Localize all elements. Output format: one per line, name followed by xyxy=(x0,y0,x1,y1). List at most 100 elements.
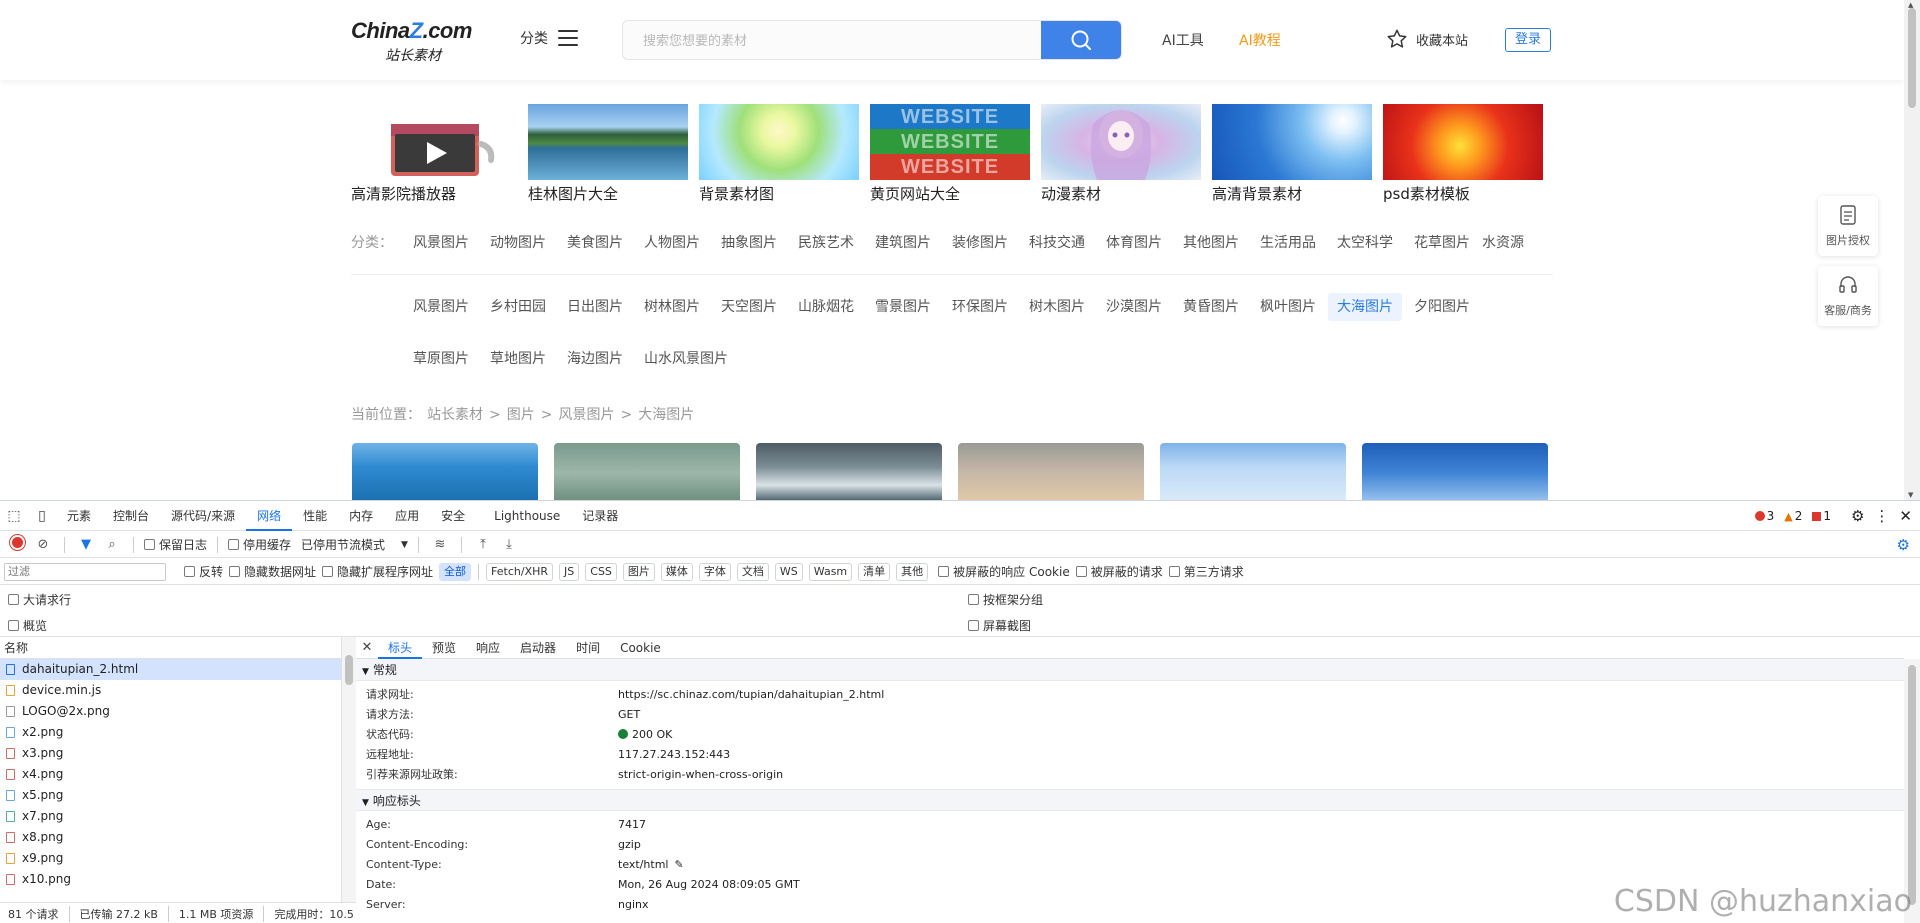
request-row[interactable]: x8.png xyxy=(0,827,341,848)
settings-gear-icon[interactable]: ⚙ xyxy=(1851,507,1864,525)
category-link[interactable]: 生活用品 xyxy=(1260,232,1316,252)
category-link[interactable]: 动物图片 xyxy=(490,232,546,252)
nav-ai-tools[interactable]: AI工具 xyxy=(1162,30,1204,50)
type-filter-all[interactable]: 全部 xyxy=(439,562,472,581)
tab-performance[interactable]: 性能 xyxy=(292,501,338,531)
feature-item[interactable]: 动漫素材 xyxy=(1041,104,1201,204)
request-row[interactable]: x4.png xyxy=(0,764,341,785)
site-logo[interactable]: ChinaZ.com 站长素材 xyxy=(351,18,477,64)
sub-tag[interactable]: 日出图片 xyxy=(558,293,632,321)
record-icon[interactable] xyxy=(6,537,28,552)
tab-recorder[interactable]: 记录器 xyxy=(571,501,629,531)
category-menu-button[interactable]: 分类 xyxy=(520,28,578,48)
more-options-icon[interactable]: ⋮ xyxy=(1874,507,1889,525)
issue-count[interactable]: 1 xyxy=(1812,509,1831,523)
category-link[interactable]: 抽象图片 xyxy=(721,232,777,252)
category-link[interactable]: 太空科学 xyxy=(1337,232,1393,252)
tab-cookies[interactable]: Cookie xyxy=(610,637,671,659)
category-link[interactable]: 体育图片 xyxy=(1106,232,1162,252)
device-toolbar-icon[interactable]: ▯ xyxy=(28,508,56,524)
tab-sources[interactable]: 源代码/来源 xyxy=(160,501,246,531)
image-thumbnail[interactable] xyxy=(958,443,1144,500)
search-input[interactable] xyxy=(623,21,1043,59)
tab-timing[interactable]: 时间 xyxy=(566,637,610,659)
hide-extension-urls-checkbox[interactable]: 隐藏扩展程序网址 xyxy=(322,563,433,580)
customer-service-button[interactable]: 客服/商务 xyxy=(1818,266,1878,326)
tab-lighthouse[interactable]: Lighthouse xyxy=(476,501,571,531)
request-row[interactable]: device.min.js xyxy=(0,680,341,701)
category-link[interactable]: 美食图片 xyxy=(567,232,623,252)
type-filter-chip[interactable]: 清单 xyxy=(858,562,891,581)
screenshots-checkbox[interactable]: 屏幕截图 xyxy=(968,617,1031,634)
image-thumbnail[interactable] xyxy=(1160,443,1346,500)
sub-tag[interactable]: 草地图片 xyxy=(481,345,555,373)
sub-tag-active[interactable]: 大海图片 xyxy=(1328,293,1402,321)
page-scrollbar[interactable]: ▲ ▼ xyxy=(1904,0,1920,500)
favorite-site-button[interactable]: 收藏本站 xyxy=(1386,28,1468,50)
image-thumbnail[interactable] xyxy=(352,443,538,500)
response-headers-section-header[interactable]: ▼ 响应标头 xyxy=(356,789,1904,811)
error-count[interactable]: 3 xyxy=(1754,509,1774,523)
big-request-rows-checkbox[interactable]: 大请求行 xyxy=(8,591,71,608)
category-link[interactable]: 其他图片 xyxy=(1183,232,1239,252)
category-link[interactable]: 水资源 xyxy=(1482,232,1524,252)
sub-tag[interactable]: 沙漠图片 xyxy=(1097,293,1171,321)
sub-tag[interactable]: 乡村田园 xyxy=(481,293,555,321)
inspect-element-icon[interactable]: ⬚ xyxy=(0,508,28,524)
pencil-icon[interactable]: ✎ xyxy=(674,858,683,871)
search-button[interactable] xyxy=(1041,21,1121,59)
feature-item[interactable]: 桂林图片大全 xyxy=(528,104,688,204)
hide-data-urls-checkbox[interactable]: 隐藏数据网址 xyxy=(229,563,316,580)
filter-icon[interactable]: ▼ xyxy=(75,537,97,552)
filter-input[interactable] xyxy=(4,562,166,581)
request-row[interactable]: x2.png xyxy=(0,722,341,743)
nav-ai-tutorial[interactable]: AI教程 xyxy=(1239,30,1281,50)
type-filter-chip[interactable]: JS xyxy=(559,562,580,581)
breadcrumb-link[interactable]: 图片 xyxy=(507,407,535,423)
feature-item[interactable]: 高清背景素材 xyxy=(1212,104,1372,204)
invert-checkbox[interactable]: 反转 xyxy=(184,563,223,580)
tab-response[interactable]: 响应 xyxy=(466,637,510,659)
blocked-requests-checkbox[interactable]: 被屏蔽的请求 xyxy=(1075,563,1163,580)
import-har-icon[interactable]: ⤒ xyxy=(472,537,494,552)
tab-console[interactable]: 控制台 xyxy=(102,501,160,531)
warning-count[interactable]: ▲ 2 xyxy=(1784,509,1802,523)
sub-tag[interactable]: 树木图片 xyxy=(1020,293,1094,321)
column-header-name[interactable]: 名称 xyxy=(0,637,341,659)
sub-tag[interactable]: 山脉烟花 xyxy=(789,293,863,321)
tab-application[interactable]: 应用 xyxy=(384,501,430,531)
breadcrumb-link[interactable]: 站长素材 xyxy=(427,407,483,423)
search-icon[interactable]: ⌕ xyxy=(101,537,123,552)
sub-tag[interactable]: 草原图片 xyxy=(404,345,478,373)
login-button[interactable]: 登录 xyxy=(1505,28,1551,52)
sub-tag[interactable]: 天空图片 xyxy=(712,293,786,321)
sub-tag[interactable]: 环保图片 xyxy=(943,293,1017,321)
request-row[interactable]: x10.png xyxy=(0,869,341,890)
feature-item[interactable]: WEBSITE WEBSITE WEBSITE 黄页网站大全 xyxy=(870,104,1030,204)
request-row[interactable]: x5.png xyxy=(0,785,341,806)
image-thumbnail[interactable] xyxy=(554,443,740,500)
feature-item[interactable]: psd素材模板 xyxy=(1383,104,1543,204)
category-link[interactable]: 建筑图片 xyxy=(875,232,931,252)
throttle-select[interactable]: 已停用节流模式 ▼ xyxy=(301,536,408,553)
sub-tag[interactable]: 枫叶图片 xyxy=(1251,293,1325,321)
category-link[interactable]: 花草图片 xyxy=(1414,232,1470,252)
category-link[interactable]: 装修图片 xyxy=(952,232,1008,252)
tab-initiator[interactable]: 启动器 xyxy=(510,637,566,659)
type-filter-chip[interactable]: WS xyxy=(774,562,803,581)
feature-item[interactable]: 背景素材图 xyxy=(699,104,859,204)
request-row[interactable]: x9.png xyxy=(0,848,341,869)
overview-checkbox[interactable]: 概览 xyxy=(8,617,47,634)
category-link[interactable]: 风景图片 xyxy=(413,232,469,252)
tab-preview[interactable]: 预览 xyxy=(422,637,466,659)
network-settings-gear-icon[interactable]: ⚙ xyxy=(1897,536,1910,554)
type-filter-chip[interactable]: 其他 xyxy=(896,562,929,581)
tab-headers[interactable]: 标头 xyxy=(378,637,423,659)
sub-tag[interactable]: 树林图片 xyxy=(635,293,709,321)
category-link[interactable]: 民族艺术 xyxy=(798,232,854,252)
type-filter-chip[interactable]: Wasm xyxy=(808,562,853,581)
tab-memory[interactable]: 内存 xyxy=(338,501,384,531)
image-license-button[interactable]: 图片授权 xyxy=(1818,196,1878,256)
request-row[interactable]: LOGO@2x.png xyxy=(0,701,341,722)
general-section-header[interactable]: ▼ 常规 xyxy=(356,659,1904,681)
